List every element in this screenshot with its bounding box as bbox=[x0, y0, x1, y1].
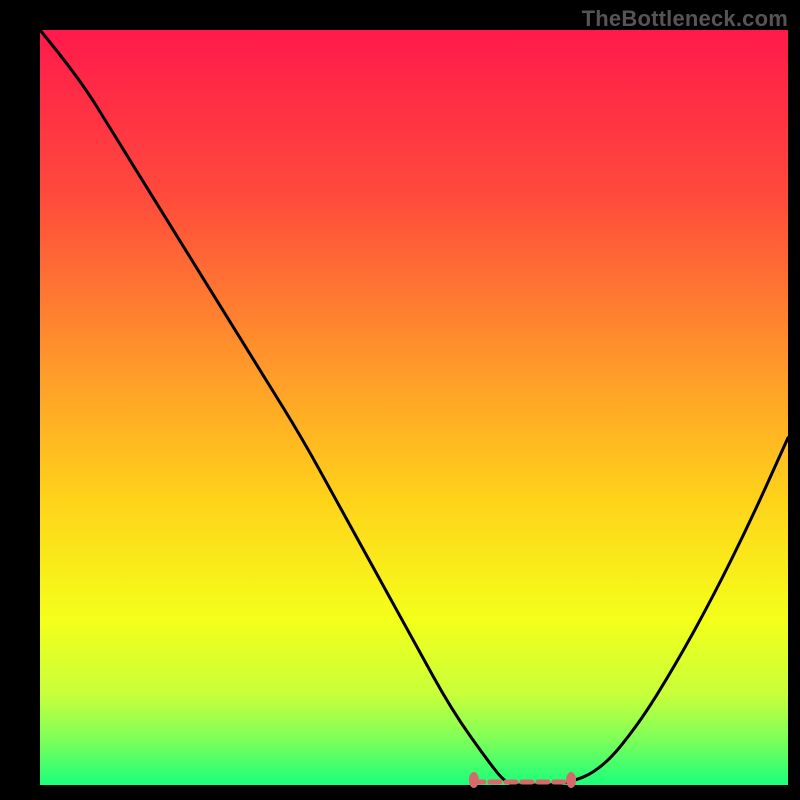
flat-range-start-marker bbox=[469, 772, 479, 788]
plot-background bbox=[40, 30, 788, 785]
chart-frame: TheBottleneck.com bbox=[0, 0, 800, 800]
flat-range-end-marker bbox=[566, 772, 576, 788]
watermark-text: TheBottleneck.com bbox=[582, 6, 788, 32]
chart-svg bbox=[0, 0, 800, 800]
